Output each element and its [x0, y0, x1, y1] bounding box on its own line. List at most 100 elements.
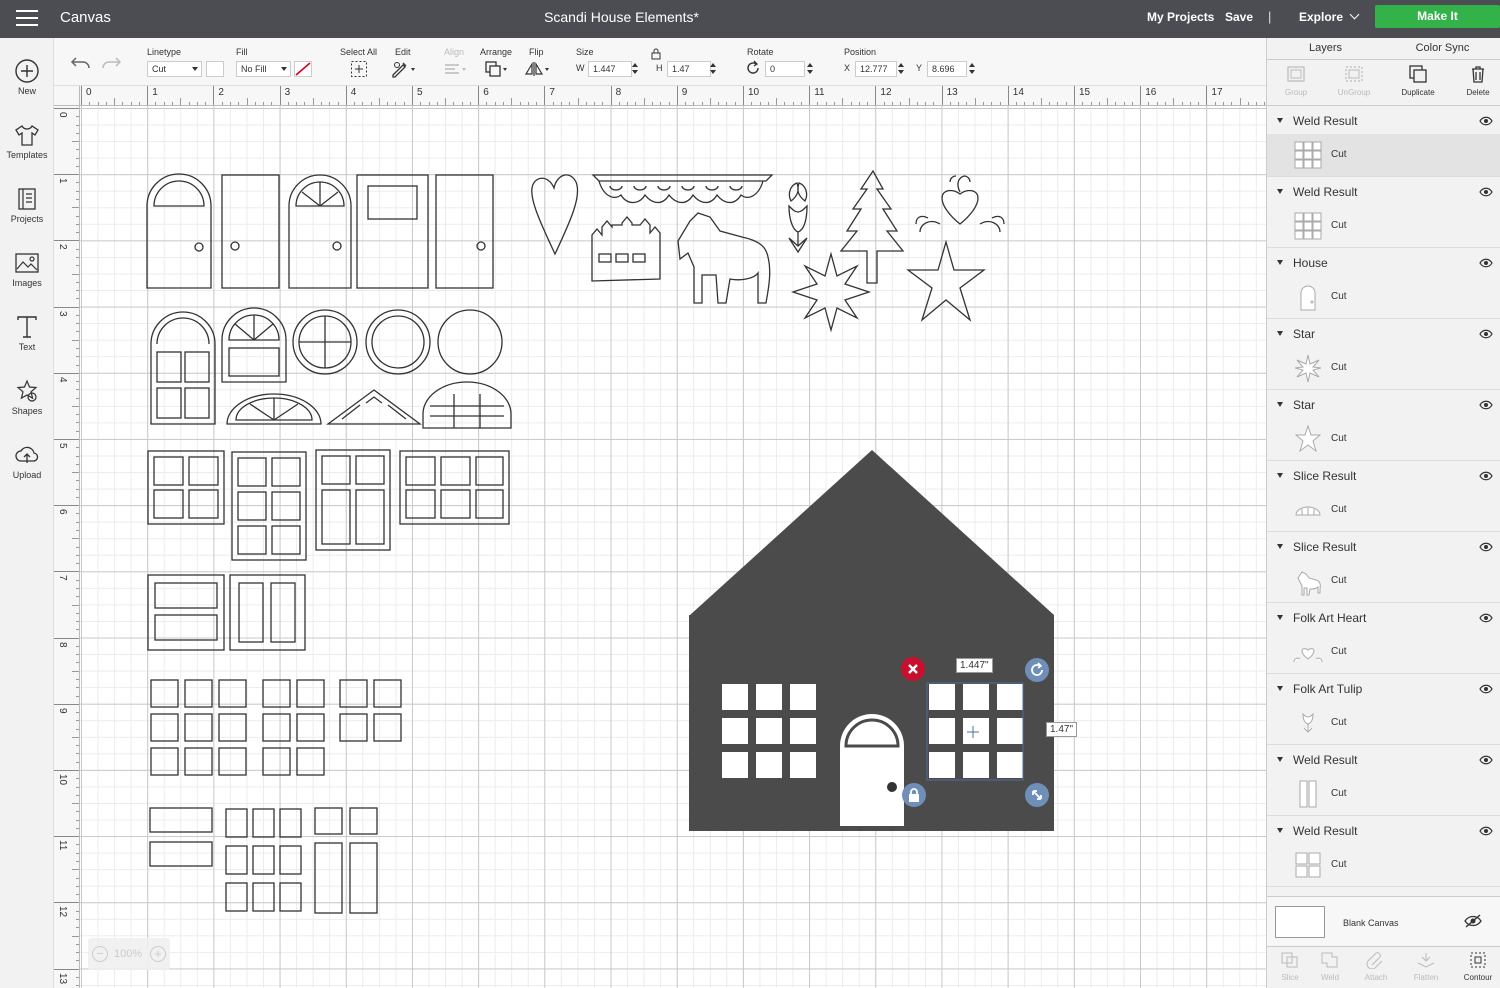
expand-triangle-icon[interactable]	[1277, 260, 1283, 265]
pane-grid-six[interactable]	[262, 679, 325, 776]
design-canvas[interactable]: 1.447" 1.47" − 100% +	[80, 106, 1266, 988]
layer-item[interactable]: Weld Result Cut	[1267, 177, 1500, 248]
arrange-icon[interactable]	[484, 60, 510, 78]
make-it-button[interactable]: Make It	[1375, 5, 1500, 28]
eye-icon[interactable]	[1479, 400, 1493, 410]
expand-triangle-icon[interactable]	[1277, 757, 1283, 762]
five-point-star-shape[interactable]	[906, 239, 986, 322]
fill-select[interactable]: No Fill	[236, 61, 291, 77]
round-window-cross[interactable]	[292, 309, 358, 375]
flip-icon[interactable]	[524, 60, 552, 78]
sidebar-item-projects[interactable]: Projects	[0, 180, 54, 242]
blank-canvas-row[interactable]: Blank Canvas	[1267, 896, 1500, 946]
round-window-ring[interactable]	[365, 309, 431, 375]
align-icon[interactable]	[443, 60, 469, 78]
window-transom-tall[interactable]	[315, 449, 391, 551]
window-six-pane-wide[interactable]	[399, 450, 510, 525]
eye-icon[interactable]	[1479, 471, 1493, 481]
contour-button[interactable]: Contour	[1455, 951, 1500, 982]
layer-header[interactable]: Weld Result	[1267, 745, 1500, 773]
layer-item[interactable]: Folk Art Heart Cut	[1267, 603, 1500, 674]
layer-body[interactable]: Cut	[1267, 560, 1500, 602]
layer-body[interactable]: Cut	[1267, 347, 1500, 389]
fanlight-half-round[interactable]	[226, 393, 322, 425]
resize-handle[interactable]	[1025, 783, 1049, 807]
position-x-stepper[interactable]	[898, 62, 905, 76]
eye-icon[interactable]	[1479, 755, 1493, 765]
delete-handle[interactable]	[901, 657, 925, 681]
tulip-shape[interactable]	[788, 182, 808, 254]
undo-icon[interactable]	[70, 52, 92, 72]
layer-header[interactable]: Slice Result	[1267, 532, 1500, 560]
layer-item[interactable]: Weld Result Cut	[1267, 106, 1500, 177]
pane-grid-four[interactable]	[339, 679, 402, 742]
no-fill-swatch-icon[interactable]	[294, 61, 312, 77]
folk-art-heart-shape[interactable]	[915, 175, 1005, 233]
lock-handle[interactable]	[902, 783, 926, 807]
half-round-window-grid[interactable]	[422, 381, 512, 429]
layer-header[interactable]: Folk Art Tulip	[1267, 674, 1500, 702]
expand-triangle-icon[interactable]	[1277, 189, 1283, 194]
expand-triangle-icon[interactable]	[1277, 615, 1283, 620]
layer-item[interactable]: Slice Result Cut	[1267, 461, 1500, 532]
layer-body[interactable]: Cut	[1267, 489, 1500, 531]
heart-shape[interactable]	[531, 174, 579, 256]
layer-item[interactable]: Star Cut	[1267, 319, 1500, 390]
position-x-input[interactable]: 12.777	[855, 61, 897, 77]
sidebar-item-upload[interactable]: Upload	[0, 436, 54, 498]
layer-header[interactable]: Folk Art Heart	[1267, 603, 1500, 631]
layer-header[interactable]: Star	[1267, 319, 1500, 347]
fanlight-triangle[interactable]	[326, 389, 422, 425]
eye-icon[interactable]	[1479, 258, 1493, 268]
plain-door[interactable]	[221, 174, 280, 289]
eye-icon[interactable]	[1479, 542, 1493, 552]
height-input[interactable]: 1.47	[667, 61, 711, 77]
arched-door-with-window[interactable]	[146, 173, 212, 289]
sidebar-item-templates[interactable]: Templates	[0, 116, 54, 178]
layer-body[interactable]: Cut	[1267, 631, 1500, 673]
attach-button[interactable]: Attach	[1353, 951, 1399, 982]
eye-icon[interactable]	[1479, 684, 1493, 694]
duplicate-button[interactable]: Duplicate	[1389, 64, 1447, 97]
pane-grid-nine[interactable]	[150, 679, 247, 776]
pane-grid-nine-small[interactable]	[225, 808, 302, 912]
position-y-stepper[interactable]	[969, 62, 976, 76]
window-four-pane[interactable]	[147, 450, 225, 525]
layer-header[interactable]: Weld Result	[1267, 887, 1500, 896]
window-two-vertical[interactable]	[229, 574, 306, 651]
pane-tall-pair[interactable]	[314, 807, 378, 914]
layer-body[interactable]: Cut	[1267, 276, 1500, 318]
layer-body[interactable]: Cut	[1267, 702, 1500, 744]
pane-bars-horizontal[interactable]	[149, 807, 213, 867]
layer-header[interactable]: Weld Result	[1267, 106, 1500, 134]
plain-door-knob-right[interactable]	[435, 174, 494, 289]
expand-triangle-icon[interactable]	[1277, 686, 1283, 691]
layer-item[interactable]: Slice Result Cut	[1267, 532, 1500, 603]
eye-hidden-icon[interactable]	[1463, 913, 1483, 929]
fence-shape[interactable]	[591, 215, 661, 282]
expand-triangle-icon[interactable]	[1277, 331, 1283, 336]
select-all-icon[interactable]	[350, 60, 368, 78]
layer-item[interactable]: Weld Result Cut	[1267, 745, 1500, 816]
layer-body[interactable]: Cut	[1267, 844, 1500, 886]
lock-ratio-icon[interactable]	[651, 48, 661, 60]
sidebar-item-images[interactable]: Images	[0, 244, 54, 306]
layer-item[interactable]: Star Cut	[1267, 390, 1500, 461]
expand-triangle-icon[interactable]	[1277, 473, 1283, 478]
expand-triangle-icon[interactable]	[1277, 402, 1283, 407]
sidebar-item-shapes[interactable]: Shapes	[0, 372, 54, 434]
door-with-window[interactable]	[356, 174, 429, 289]
delete-button[interactable]: Delete	[1449, 64, 1500, 97]
layer-item[interactable]: House Cut	[1267, 248, 1500, 319]
sidebar-item-text[interactable]: Text	[0, 308, 54, 370]
rotate-handle[interactable]	[1025, 658, 1049, 682]
zoom-in-button[interactable]: +	[150, 946, 166, 962]
tab-layers[interactable]: Layers	[1267, 42, 1384, 54]
edit-tools-icon[interactable]	[391, 60, 417, 78]
rotate-input[interactable]: 0	[765, 61, 805, 77]
width-input[interactable]: 1.447	[588, 61, 632, 77]
layer-item[interactable]: Weld Result Cut	[1267, 816, 1500, 887]
layer-body[interactable]: Cut	[1267, 418, 1500, 460]
explore-menu[interactable]: Explore	[1299, 9, 1360, 24]
layer-header[interactable]: Weld Result	[1267, 177, 1500, 205]
